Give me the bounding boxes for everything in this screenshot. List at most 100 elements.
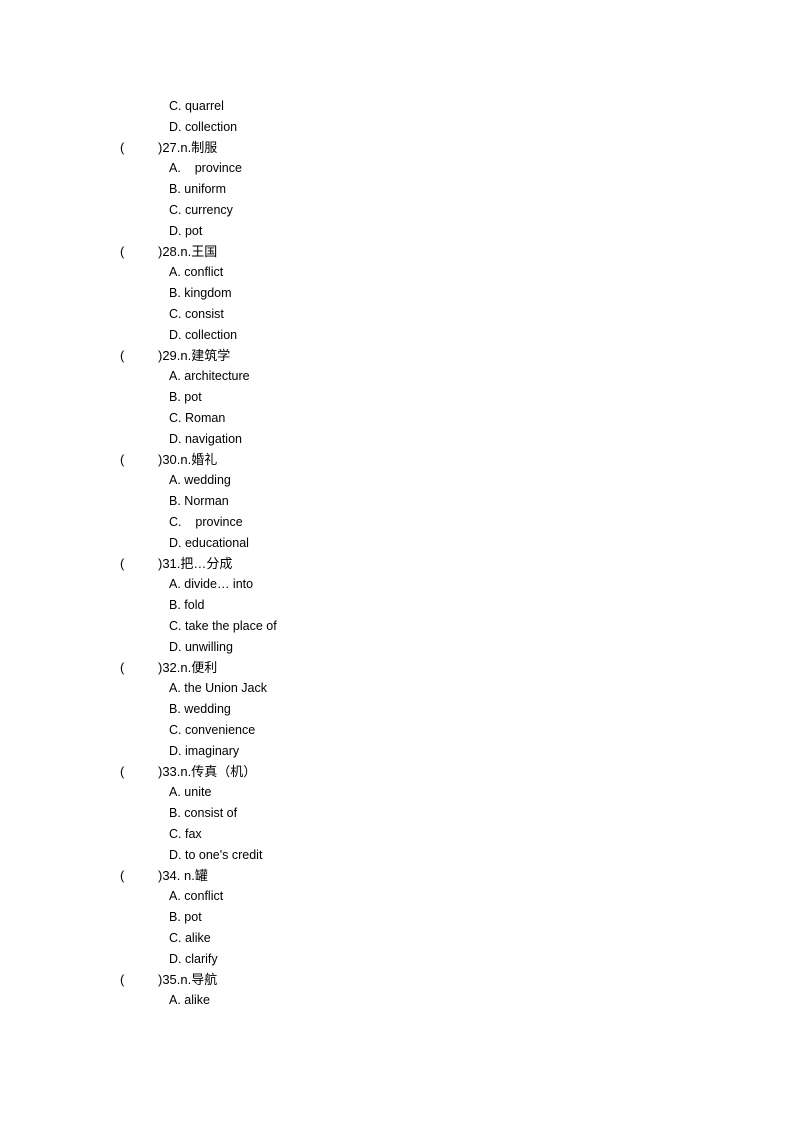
- option-text: wedding: [184, 702, 231, 717]
- option-line: C. Roman: [169, 408, 225, 428]
- option-letter: D.: [169, 535, 182, 550]
- document-page: C. quarrel D. collection()27.n.制服 A. provi…: [0, 0, 794, 1123]
- option-line: B. pot: [169, 387, 202, 407]
- option-letter: C.: [169, 99, 182, 113]
- option-letter: B.: [169, 910, 181, 925]
- option-text: pot: [184, 223, 203, 238]
- question-line: ()31.把…分成: [120, 554, 232, 574]
- option-letter: A.: [169, 681, 181, 696]
- option-line: B. kingdom: [169, 283, 232, 303]
- option-letter: D.: [169, 847, 182, 862]
- option-letter: A.: [169, 473, 181, 488]
- option-line: A. the Union Jack: [169, 678, 267, 698]
- question-prompt: n.建筑学: [180, 347, 231, 363]
- option-text: wedding: [184, 473, 231, 488]
- option-letter: D.: [169, 743, 182, 758]
- option-line: C. quarrel: [169, 96, 224, 116]
- option-line: D. clarify: [169, 949, 218, 969]
- option-line: B. Norman: [169, 491, 229, 511]
- option-text: navigation: [184, 431, 242, 446]
- option-line: C. take the place of: [169, 616, 277, 636]
- option-letter: A.: [169, 161, 181, 176]
- answer-blank[interactable]: (: [120, 450, 158, 470]
- option-line: A. conflict: [169, 262, 223, 282]
- option-letter: D.: [169, 327, 182, 342]
- option-line: B. uniform: [169, 179, 226, 199]
- option-text: collection: [184, 119, 238, 134]
- option-text: currency: [184, 203, 233, 217]
- question-prompt: n.王国: [180, 243, 218, 259]
- option-letter: C.: [169, 515, 182, 529]
- option-text: conflict: [184, 265, 224, 280]
- question-line: ()35.n.导航: [120, 970, 217, 990]
- option-text: take the place of: [184, 619, 277, 633]
- option-line: D. unwilling: [169, 637, 233, 657]
- answer-blank[interactable]: (: [120, 242, 158, 262]
- question-number: )31.: [158, 555, 181, 571]
- option-text: kingdom: [184, 286, 232, 301]
- question-line: ()34. n.罐: [120, 866, 208, 886]
- option-letter: A.: [169, 369, 181, 384]
- option-text: educational: [184, 535, 249, 550]
- option-letter: C.: [169, 931, 182, 945]
- question-number: )35.: [158, 971, 181, 987]
- option-letter: B.: [169, 286, 181, 301]
- question-number: )34.: [158, 867, 181, 883]
- answer-blank[interactable]: (: [120, 346, 158, 366]
- option-text: consist of: [184, 806, 238, 821]
- option-line: B. pot: [169, 907, 202, 927]
- question-number: )33.: [158, 763, 181, 779]
- option-letter: A.: [169, 265, 181, 280]
- option-letter: A.: [169, 993, 181, 1008]
- option-line: C. fax: [169, 824, 202, 844]
- option-letter: B.: [169, 390, 181, 405]
- option-text: imaginary: [184, 743, 240, 758]
- option-line: B. consist of: [169, 803, 237, 823]
- question-prompt: 把…分成: [180, 555, 233, 571]
- option-letter: D.: [169, 119, 182, 134]
- answer-blank[interactable]: (: [120, 554, 158, 574]
- option-letter: C.: [169, 411, 182, 425]
- option-letter: D.: [169, 431, 182, 446]
- question-number: )29.: [158, 347, 181, 363]
- option-line: C. alike: [169, 928, 211, 948]
- option-letter: A.: [169, 889, 181, 904]
- option-text: fax: [184, 827, 202, 841]
- option-letter: B.: [169, 182, 181, 197]
- option-letter: C.: [169, 827, 182, 841]
- option-letter: A.: [169, 785, 181, 800]
- question-prompt: n.罐: [180, 867, 208, 883]
- option-text: collection: [184, 327, 238, 342]
- option-text: province: [184, 161, 242, 176]
- option-line: C. convenience: [169, 720, 255, 740]
- option-text: province: [184, 515, 243, 529]
- option-line: C. currency: [169, 200, 233, 220]
- option-line: A. divide… into: [169, 574, 253, 594]
- option-text: fold: [184, 598, 205, 613]
- option-line: D. navigation: [169, 429, 242, 449]
- option-text: consist: [184, 307, 224, 321]
- question-line: ()28.n.王国: [120, 242, 217, 262]
- answer-blank[interactable]: (: [120, 658, 158, 678]
- question-line: ()29.n.建筑学: [120, 346, 230, 366]
- option-text: pot: [184, 390, 202, 405]
- option-text: unwilling: [184, 639, 233, 654]
- option-line: D. to one's credit: [169, 845, 262, 865]
- answer-blank[interactable]: (: [120, 138, 158, 158]
- option-line: D. pot: [169, 221, 202, 241]
- answer-blank[interactable]: (: [120, 866, 158, 886]
- answer-blank[interactable]: (: [120, 762, 158, 782]
- question-number: )30.: [158, 451, 181, 467]
- option-letter: C.: [169, 307, 182, 321]
- answer-blank[interactable]: (: [120, 970, 158, 990]
- option-line: D. collection: [169, 117, 237, 137]
- question-line: ()33.n.传真（机）: [120, 762, 256, 782]
- option-text: conflict: [184, 889, 224, 904]
- option-letter: B.: [169, 494, 181, 509]
- option-letter: C.: [169, 723, 182, 737]
- option-text: the Union Jack: [184, 681, 267, 696]
- option-letter: D.: [169, 951, 182, 966]
- option-letter: A.: [169, 577, 181, 592]
- option-line: A. architecture: [169, 366, 250, 386]
- question-prompt: n.导航: [180, 971, 218, 987]
